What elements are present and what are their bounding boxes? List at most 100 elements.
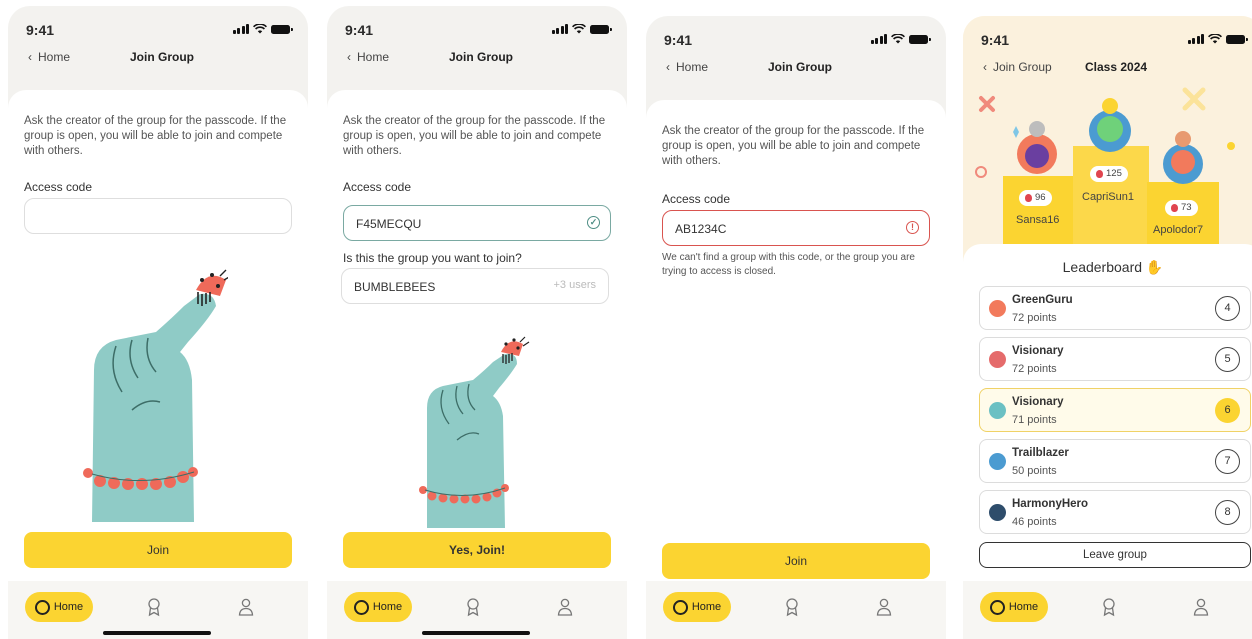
screen-leaderboard: 96 Sansa16 125 CapriSun1 73 Apolodor7 9:… bbox=[963, 16, 1252, 639]
home-indicator bbox=[103, 631, 211, 635]
award-icon[interactable] bbox=[781, 596, 803, 618]
hand-ladybug-illustration bbox=[83, 269, 228, 522]
tab-home[interactable]: Home bbox=[344, 592, 412, 622]
tab-home[interactable]: Home bbox=[980, 592, 1048, 622]
podium-score-2: 96 bbox=[1019, 190, 1052, 206]
home-icon bbox=[672, 599, 688, 615]
leaderboard-row[interactable]: GreenGuru 72 points 4 bbox=[979, 286, 1251, 330]
nav-bar: ‹ Join Group Class 2024 bbox=[977, 60, 1249, 78]
chevron-left-icon: ‹ bbox=[666, 60, 670, 74]
podium-score-1: 125 bbox=[1090, 166, 1128, 182]
battery-icon bbox=[909, 35, 931, 44]
rank-badge: 8 bbox=[1215, 500, 1240, 525]
leaderboard-row[interactable]: HarmonyHero 46 points 8 bbox=[979, 490, 1251, 534]
status-time: 9:41 bbox=[345, 22, 374, 38]
wifi-icon bbox=[253, 24, 267, 34]
wifi-icon bbox=[891, 34, 905, 44]
user-icon[interactable] bbox=[1190, 596, 1212, 618]
join-button[interactable]: Join bbox=[662, 543, 930, 579]
chevron-left-icon: ‹ bbox=[983, 60, 987, 74]
signal-icon bbox=[1187, 34, 1204, 44]
screen-join-error: 9:41 ‹ Home Join Group Ask the creator of… bbox=[646, 16, 946, 639]
avatar bbox=[989, 402, 1006, 419]
avatar bbox=[989, 504, 1006, 521]
rank-badge: 6 bbox=[1215, 398, 1240, 423]
access-code-input[interactable] bbox=[24, 198, 292, 234]
award-icon[interactable] bbox=[1098, 596, 1120, 618]
rank-badge: 5 bbox=[1215, 347, 1240, 372]
group-preview-card: BUMBLEBEES +3 users bbox=[341, 268, 609, 304]
tab-home[interactable]: Home bbox=[663, 592, 731, 622]
back-button[interactable]: ‹ Join Group bbox=[983, 60, 1052, 74]
podium-name-1: CapriSun1 bbox=[1082, 191, 1134, 203]
player-points: 72 points bbox=[1012, 312, 1057, 324]
podium-area: 96 Sansa16 125 CapriSun1 73 Apolodor7 bbox=[963, 16, 1252, 266]
hand-ladybug-illustration bbox=[419, 336, 530, 528]
tab-bar: Home bbox=[327, 581, 627, 639]
podium-name-3: Apolodor7 bbox=[1153, 224, 1204, 236]
group-name: BUMBLEBEES bbox=[354, 280, 436, 294]
user-icon[interactable] bbox=[235, 596, 257, 618]
info-text: Ask the creator of the group for the pas… bbox=[24, 115, 287, 157]
back-button[interactable]: ‹ Home bbox=[666, 60, 708, 74]
tab-home-label: Home bbox=[691, 601, 722, 613]
info-text: Ask the creator of the group for the pas… bbox=[343, 115, 606, 157]
status-bar: 9:41 bbox=[664, 32, 931, 50]
error-icon: ! bbox=[906, 221, 919, 234]
award-icon[interactable] bbox=[143, 596, 165, 618]
tab-bar: Home bbox=[646, 581, 946, 639]
player-name: HarmonyHero bbox=[1012, 498, 1089, 510]
back-button[interactable]: ‹ Home bbox=[28, 50, 70, 64]
check-circle-icon: ✓ bbox=[587, 216, 600, 229]
leaderboard-row[interactable]: Visionary 72 points 5 bbox=[979, 337, 1251, 381]
status-time: 9:41 bbox=[664, 32, 693, 48]
home-icon bbox=[989, 599, 1005, 615]
access-code-value: F45MECQU bbox=[356, 217, 422, 231]
rank-badge: 7 bbox=[1215, 449, 1240, 474]
back-button[interactable]: ‹ Home bbox=[347, 50, 389, 64]
page-title: Join Group bbox=[768, 60, 832, 74]
access-code-label: Access code bbox=[343, 180, 412, 194]
tab-home-label: Home bbox=[1008, 601, 1039, 613]
status-time: 9:41 bbox=[26, 22, 55, 38]
status-bar: 9:41 bbox=[26, 22, 293, 40]
access-code-label: Access code bbox=[662, 192, 731, 206]
leaderboard-row-current-user[interactable]: Visionary 71 points 6 bbox=[979, 388, 1251, 432]
player-name: Trailblazer bbox=[1012, 447, 1069, 459]
leave-group-button[interactable]: Leave group bbox=[979, 542, 1251, 568]
leaderboard-sheet: Leaderboard ✋ GreenGuru 72 points 4 Visi… bbox=[963, 244, 1252, 581]
access-code-input[interactable]: F45MECQU ✓ bbox=[343, 205, 611, 241]
signal-icon bbox=[551, 24, 568, 34]
status-time: 9:41 bbox=[981, 32, 1010, 48]
group-users-count: +3 users bbox=[553, 279, 597, 291]
user-icon[interactable] bbox=[873, 596, 895, 618]
back-label: Join Group bbox=[993, 60, 1052, 74]
player-points: 71 points bbox=[1012, 414, 1057, 426]
award-icon[interactable] bbox=[462, 596, 484, 618]
page-title: Class 2024 bbox=[1085, 60, 1148, 74]
wifi-icon bbox=[572, 24, 586, 34]
leaderboard-row[interactable]: Trailblazer 50 points 7 bbox=[979, 439, 1251, 483]
signal-icon bbox=[870, 34, 887, 44]
wifi-icon bbox=[1208, 34, 1222, 44]
podium-illustration bbox=[975, 87, 1235, 266]
podium-name-2: Sansa16 bbox=[1016, 214, 1060, 226]
user-icon[interactable] bbox=[554, 596, 576, 618]
player-name: Visionary bbox=[1012, 345, 1064, 357]
confirm-join-button[interactable]: Yes, Join! bbox=[343, 532, 611, 568]
status-bar: 9:41 bbox=[981, 32, 1248, 50]
player-points: 72 points bbox=[1012, 363, 1057, 375]
home-icon bbox=[34, 599, 50, 615]
tab-home[interactable]: Home bbox=[25, 592, 93, 622]
confirm-question: Is this the group you want to join? bbox=[343, 251, 522, 265]
tab-home-label: Home bbox=[372, 601, 403, 613]
leaderboard-heading: Leaderboard ✋ bbox=[963, 259, 1252, 276]
home-icon bbox=[353, 599, 369, 615]
access-code-value: AB1234C bbox=[675, 222, 727, 236]
access-code-input[interactable]: AB1234C ! bbox=[662, 210, 930, 246]
back-label: Home bbox=[676, 60, 709, 74]
join-button[interactable]: Join bbox=[24, 532, 292, 568]
tab-bar: Home bbox=[8, 581, 308, 639]
player-name: GreenGuru bbox=[1012, 294, 1073, 306]
battery-icon bbox=[271, 25, 293, 34]
